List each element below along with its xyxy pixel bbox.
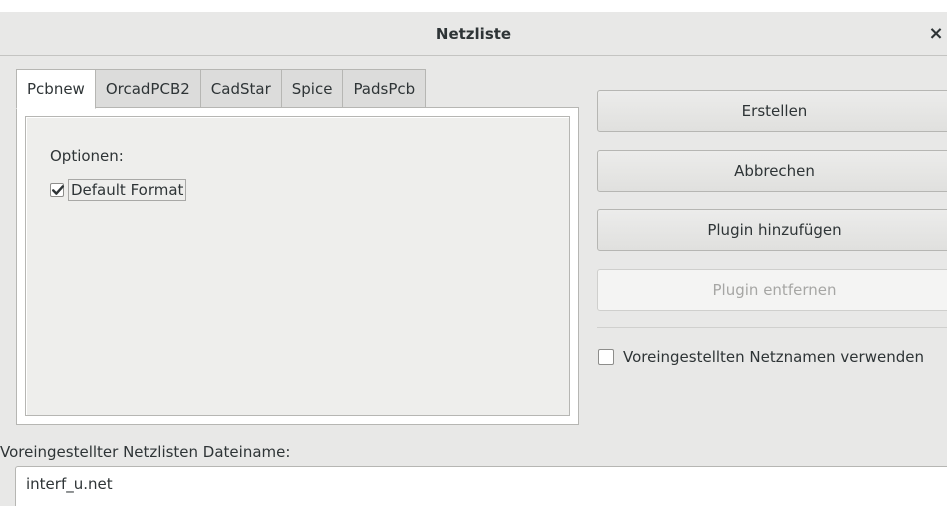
tab-cadstar[interactable]: CadStar (200, 69, 282, 109)
options-panel: Optionen: Default Format (25, 116, 570, 416)
create-button[interactable]: Erstellen (597, 90, 947, 132)
default-netnames-label[interactable]: Voreingestellten Netznamen verwenden (623, 348, 924, 366)
tab-spice[interactable]: Spice (281, 69, 344, 109)
remove-plugin-button: Plugin entfernen (597, 269, 947, 311)
filename-input[interactable] (15, 466, 947, 506)
default-netnames-checkbox[interactable] (598, 349, 614, 365)
default-format-label[interactable]: Default Format (68, 179, 187, 201)
tab-orcadpcb2[interactable]: OrcadPCB2 (95, 69, 201, 109)
default-netnames-checkbox-row[interactable]: Voreingestellten Netznamen verwenden (598, 348, 924, 366)
tab-bar: Pcbnew OrcadPCB2 CadStar Spice PadsPcb (16, 69, 427, 109)
tab-pcbnew[interactable]: Pcbnew (16, 69, 96, 109)
options-label: Optionen: (50, 147, 124, 165)
default-format-checkbox-row[interactable]: Default Format (50, 179, 187, 201)
add-plugin-button[interactable]: Plugin hinzufügen (597, 209, 947, 251)
checkmark-icon (52, 185, 64, 195)
netlist-dialog: Netzliste × Pcbnew OrcadPCB2 CadStar Spi… (0, 0, 947, 506)
separator (597, 327, 947, 328)
top-strip (0, 0, 947, 12)
tab-padspcb[interactable]: PadsPcb (343, 69, 427, 109)
tab-panel: Optionen: Default Format (16, 107, 579, 425)
cancel-button[interactable]: Abbrechen (597, 150, 947, 192)
default-format-checkbox[interactable] (50, 183, 64, 197)
dialog-title: Netzliste (435, 25, 512, 43)
close-icon[interactable]: × (925, 22, 947, 46)
filename-label: Voreingestellter Netzlisten Dateiname: (0, 443, 291, 461)
title-bar: Netzliste × (0, 12, 947, 56)
